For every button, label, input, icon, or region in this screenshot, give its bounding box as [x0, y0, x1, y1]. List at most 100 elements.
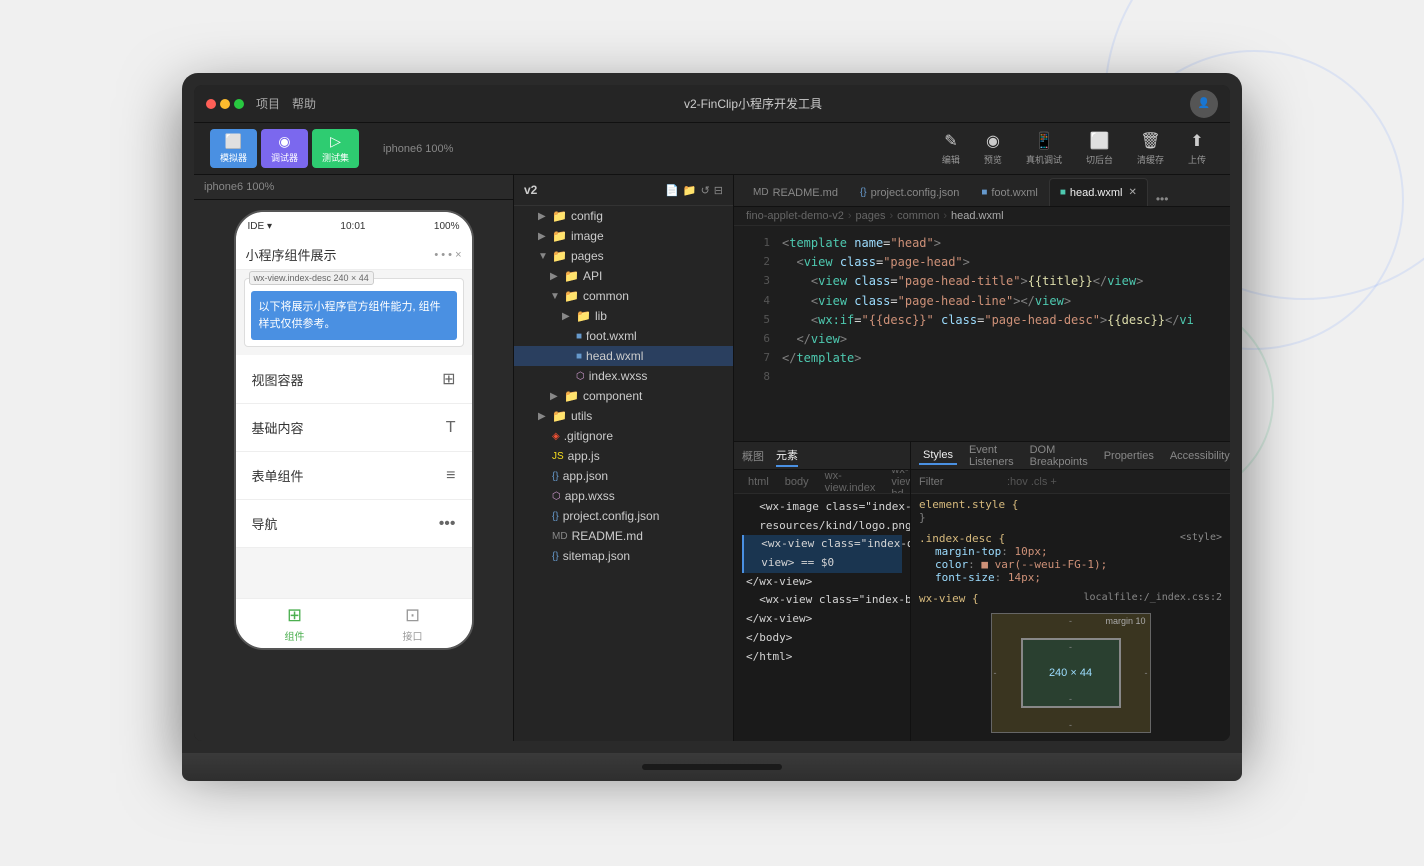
styles-tab-properties[interactable]: Properties	[1100, 448, 1158, 464]
code-line-7: 7 </template>	[734, 349, 1230, 368]
arrow-down-icon: ▼	[550, 291, 560, 302]
laptop-notch	[642, 764, 782, 770]
tab-project-config[interactable]: {} project.config.json	[849, 178, 970, 206]
clear-cache-action[interactable]: 🗑 清缓存	[1129, 129, 1172, 168]
html-line-6: <wx-view class="index-bd">_</wx-view>	[742, 591, 902, 610]
laptop-outer: 项目 帮助 v2-FinClip小程序开发工具 👤 ⬜	[182, 73, 1242, 793]
app-window: 项目 帮助 v2-FinClip小程序开发工具 👤 ⬜	[194, 85, 1230, 741]
title-bar-right: 👤	[1190, 90, 1218, 118]
code-view[interactable]: 1 <template name="head"> 2 <view class="…	[734, 226, 1230, 441]
app-title: v2-FinClip小程序开发工具	[316, 95, 1190, 112]
tree-header-icons: 📄 📁 ↺ ⊟	[665, 184, 723, 197]
tree-item-index-wxss[interactable]: ⬡ index.wxss	[514, 366, 733, 386]
tree-item-gitignore[interactable]: ◈ .gitignore	[514, 426, 733, 446]
minimize-button[interactable]	[220, 99, 230, 109]
code-line-3: 3 <view class="page-head-title">{{title}…	[734, 272, 1230, 291]
wxml-icon: ■	[576, 331, 582, 342]
html-line-5: </wx-view>	[742, 573, 902, 592]
arrow-icon: ▶	[550, 271, 560, 282]
phone-tab-api[interactable]: ⊡ 接口	[403, 605, 423, 643]
test-btn[interactable]: ▷ 测试集	[312, 129, 359, 168]
tree-item-foot-wxml[interactable]: ■ foot.wxml	[514, 326, 733, 346]
lower-tab-elements[interactable]: 元素	[776, 445, 798, 467]
avatar[interactable]: 👤	[1190, 90, 1218, 118]
tree-item-component[interactable]: ▶ 📁 component	[514, 386, 733, 406]
simulator-panel: iphone6 100% IDE ▾ 10:01 100% 小程序组件展示 • …	[194, 175, 514, 741]
tree-item-api[interactable]: ▶ 📁 API	[514, 266, 733, 286]
menu-help[interactable]: 帮助	[292, 95, 316, 112]
tree-item-common[interactable]: ▼ 📁 common	[514, 286, 733, 306]
tab-readme[interactable]: MD README.md	[742, 178, 849, 206]
list-item-4[interactable]: 导航 •••	[236, 500, 472, 548]
git-icon: ◈	[552, 431, 560, 442]
lower-tab-overview[interactable]: 概图	[742, 446, 764, 466]
list-item-2[interactable]: 基础内容 T	[236, 404, 472, 452]
dom-tag-html[interactable]: html	[742, 475, 775, 489]
lower-tabs: 概图 元素	[734, 442, 910, 470]
list-item-3[interactable]: 表单组件 ≡	[236, 452, 472, 500]
tree-item-image[interactable]: ▶ 📁 image	[514, 226, 733, 246]
js-icon: JS	[552, 451, 564, 462]
simulator-btn[interactable]: ⬜ 模拟器	[210, 129, 257, 168]
tree-item-app-wxss[interactable]: ⬡ app.wxss	[514, 486, 733, 506]
dom-tag-body[interactable]: body	[779, 475, 815, 489]
upload-action[interactable]: ⬆ 上传	[1180, 129, 1214, 168]
tab-close-icon[interactable]: ✕	[1128, 187, 1136, 198]
wxml-icon: ■	[576, 351, 582, 362]
styles-tab-accessibility[interactable]: Accessibility	[1166, 448, 1230, 464]
box-right-label: -	[1145, 668, 1148, 678]
tree-item-readme[interactable]: MD README.md	[514, 526, 733, 546]
tab-head-wxml[interactable]: ■ head.wxml ✕	[1049, 178, 1148, 206]
tab-foot-wxml[interactable]: ■ foot.wxml	[970, 178, 1049, 206]
list-item-1[interactable]: 视图容器 ⊞	[236, 355, 472, 404]
styles-tab-event-listeners[interactable]: Event Listeners	[965, 442, 1018, 470]
html-lower[interactable]: <wx-image class="index-logo" src="../res…	[734, 494, 910, 741]
md-tab-icon: MD	[753, 187, 769, 198]
file-tree-header: v2 📄 📁 ↺ ⊟	[514, 175, 733, 206]
preview-action[interactable]: ◉ 预览	[976, 129, 1010, 168]
style-block-element: element.style { }	[919, 498, 1222, 524]
tree-item-app-json[interactable]: {} app.json	[514, 466, 733, 486]
wxml-tab-icon: ■	[981, 187, 987, 198]
edit-action[interactable]: ✎ 编辑	[934, 129, 968, 168]
box-model: margin 10 - - - - - - 240 × 44	[991, 613, 1151, 733]
tree-item-lib[interactable]: ▶ 📁 lib	[514, 306, 733, 326]
styles-filter: :hov .cls +	[911, 470, 1230, 494]
simulator-icon: ⬜	[225, 133, 242, 150]
list-item-2-icon: T	[446, 419, 456, 437]
background-action[interactable]: ⬜ 切后台	[1078, 129, 1121, 168]
tree-item-utils[interactable]: ▶ 📁 utils	[514, 406, 733, 426]
box-bottom-label: -	[1069, 720, 1072, 730]
close-button[interactable]	[206, 99, 216, 109]
tree-item-pages[interactable]: ▼ 📁 pages	[514, 246, 733, 266]
html-panel: 概图 元素 html body wx-view.index wx-view.in…	[734, 442, 910, 741]
phone-tab-components[interactable]: ⊞ 组件	[285, 605, 305, 643]
main-content: iphone6 100% IDE ▾ 10:01 100% 小程序组件展示 • …	[194, 175, 1230, 741]
dom-tag-wx-view-index[interactable]: wx-view.index	[819, 470, 882, 494]
sim-header: iphone6 100%	[194, 175, 513, 200]
list-item-4-icon: •••	[439, 515, 456, 533]
phone-bottom-tab: ⊞ 组件 ⊡ 接口	[236, 598, 472, 648]
styles-filter-hint: :hov .cls +	[1007, 476, 1057, 488]
maximize-button[interactable]	[234, 99, 244, 109]
tree-item-config[interactable]: ▶ 📁 config	[514, 206, 733, 226]
window-controls	[206, 99, 244, 109]
styles-tab-styles[interactable]: Styles	[919, 447, 957, 465]
folder-icon: 📁	[564, 269, 579, 283]
folder-icon: 📁	[576, 309, 591, 323]
tree-item-head-wxml[interactable]: ■ head.wxml	[514, 346, 733, 366]
dom-tag-wx-view-index-hd[interactable]: wx-view.index-hd	[885, 470, 910, 494]
styles-filter-input[interactable]	[919, 476, 999, 488]
html-line-8: </body>	[742, 629, 902, 648]
tree-item-sitemap[interactable]: {} sitemap.json	[514, 546, 733, 566]
json-icon: {}	[552, 471, 559, 482]
tab-more-icon[interactable]: •••	[1152, 192, 1173, 206]
breadcrumb: fino-applet-demo-v2 › pages › common › h…	[734, 207, 1230, 226]
debugger-btn[interactable]: ◉ 调试器	[261, 129, 308, 168]
tree-item-app-js[interactable]: JS app.js	[514, 446, 733, 466]
device-debug-action[interactable]: 📱 真机调试	[1018, 129, 1070, 168]
wxss-icon: ⬡	[576, 371, 585, 382]
menu-project[interactable]: 项目	[256, 95, 280, 112]
styles-tab-dom-breakpoints[interactable]: DOM Breakpoints	[1026, 442, 1092, 470]
tree-item-project-config[interactable]: {} project.config.json	[514, 506, 733, 526]
